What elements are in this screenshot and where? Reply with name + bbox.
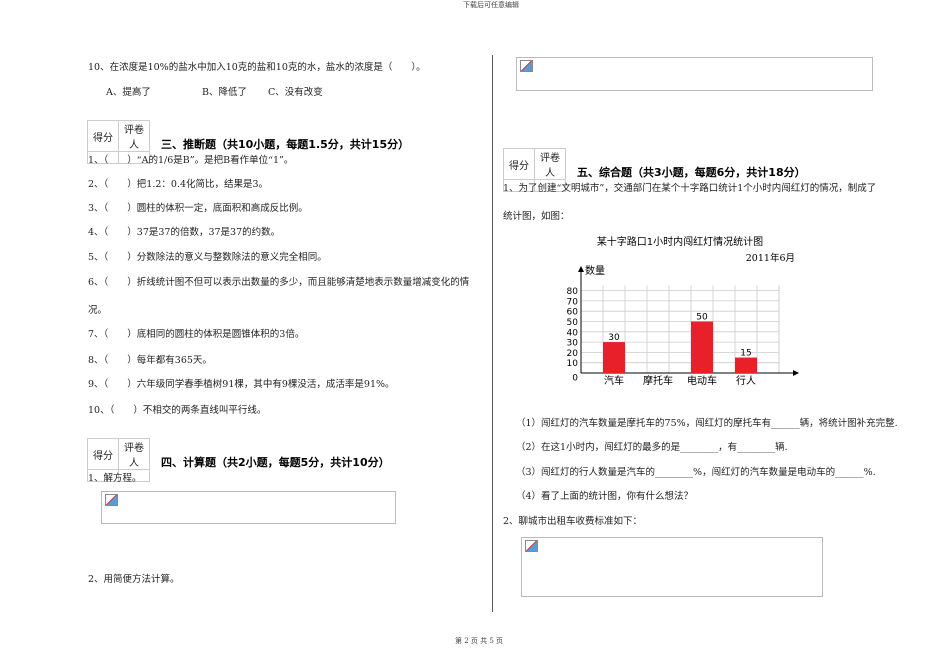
y-axis-arrow-icon bbox=[578, 266, 584, 272]
y-tick-label: 20 bbox=[567, 349, 579, 359]
y-tick-label: 80 bbox=[567, 287, 579, 297]
bar bbox=[691, 321, 713, 373]
exam-page: 下载后可任意编辑 10、在浓度是10%的盐水中加入10克的盐和10克的水，盐水的… bbox=[0, 0, 950, 671]
x-tick-label: 电动车 bbox=[687, 374, 717, 387]
y-tick-label: 0 bbox=[572, 374, 578, 384]
y-tick-label: 10 bbox=[567, 359, 579, 369]
page-footer: 第 2 页 共 5 页 bbox=[455, 637, 504, 645]
data-label: 30 bbox=[608, 333, 620, 343]
y-tick-label: 50 bbox=[567, 318, 579, 328]
x-tick-label: 行人 bbox=[736, 374, 756, 387]
broken-image-icon bbox=[525, 540, 538, 552]
sub-question: （2）在这1小时内，闯红灯的最多的是________，有________辆. bbox=[516, 442, 788, 453]
x-axis-arrow-icon bbox=[793, 370, 799, 376]
y-tick-label: 70 bbox=[567, 297, 579, 307]
sub-question: （4）看了上面的统计图，你有什么想法？ bbox=[516, 491, 694, 502]
y-tick-label: 30 bbox=[567, 339, 579, 349]
y-axis-label: 数量 bbox=[585, 264, 605, 277]
chart-title: 某十字路口1小时内闯红灯情况统计图 bbox=[597, 235, 763, 248]
taxi-fare-image bbox=[521, 537, 823, 597]
chart-subtitle: 2011年6月 bbox=[746, 252, 795, 264]
sub-question: （1）闯红灯的汽车数量是摩托车的75%，闯红灯的摩托车有______辆，将统计图… bbox=[516, 418, 898, 429]
bar bbox=[735, 357, 757, 373]
x-tick-label: 汽车 bbox=[604, 374, 624, 387]
bar bbox=[603, 342, 625, 373]
y-tick-label: 40 bbox=[567, 328, 579, 338]
y-tick-label: 60 bbox=[567, 308, 579, 318]
sub-question: （3）闯红灯的行人数量是汽车的________%，闯红灯的汽车数量是电动车的__… bbox=[516, 467, 876, 478]
s5-question-2: 2、聊城市出租车收费标准如下： bbox=[503, 516, 643, 527]
data-label: 15 bbox=[740, 349, 751, 359]
data-label: 50 bbox=[696, 313, 708, 323]
x-tick-label: 摩托车 bbox=[643, 374, 673, 387]
